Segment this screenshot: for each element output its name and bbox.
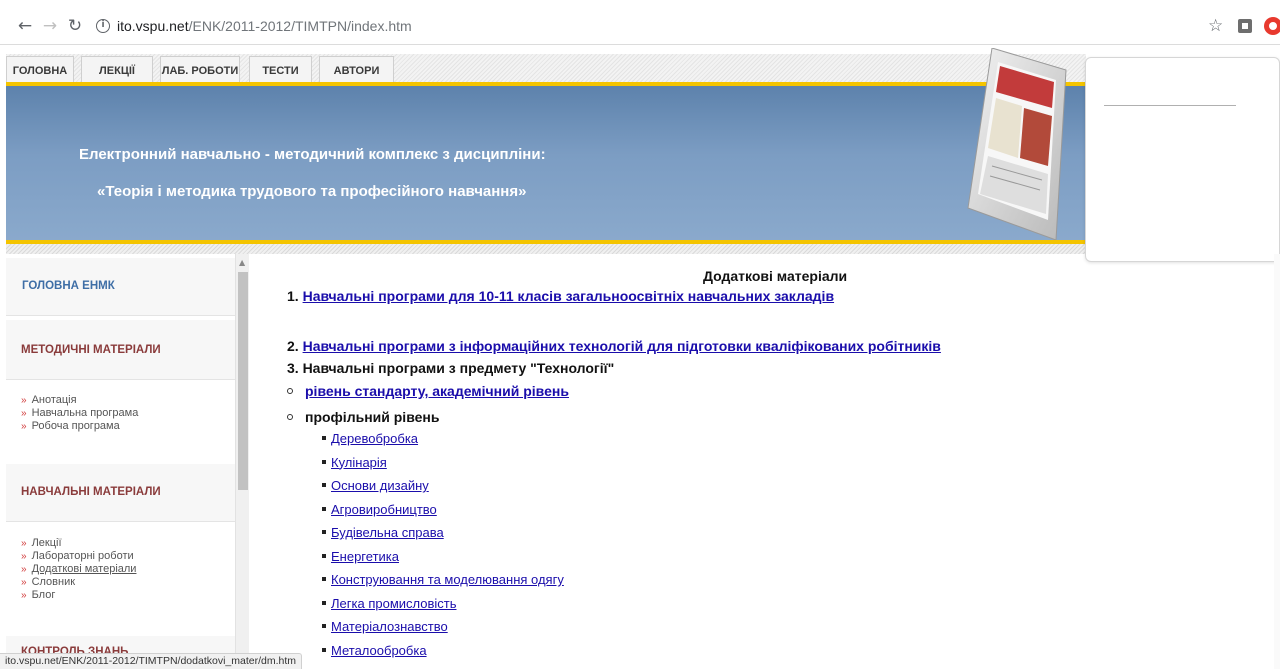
top-navigation: ГОЛОВНА ЛЕКЦІЇ ЛАБ. РОБОТИ ТЕСТИ АВТОРИ bbox=[6, 54, 1086, 84]
link-design-basics[interactable]: Основи дизайну bbox=[331, 478, 429, 493]
side-widget bbox=[1085, 57, 1280, 262]
reload-icon[interactable]: ↻ bbox=[66, 17, 84, 35]
link-metalworking[interactable]: Металообробка bbox=[331, 643, 427, 658]
extension-red-icon[interactable] bbox=[1264, 17, 1280, 35]
list-item: Конструювання та моделювання одягу bbox=[322, 568, 564, 592]
back-arrow-icon[interactable]: ← bbox=[16, 17, 34, 35]
link-light-industry[interactable]: Легка промисловість bbox=[331, 596, 457, 611]
list-item: Основи дизайну bbox=[322, 474, 564, 498]
square-bullet-icon bbox=[322, 459, 326, 464]
tab-lab-works[interactable]: ЛАБ. РОБОТИ bbox=[160, 56, 240, 84]
sidebar-link-annotation[interactable]: » Анотація bbox=[21, 394, 138, 407]
list-number: 1. bbox=[287, 288, 299, 304]
circle-bullet-icon bbox=[287, 388, 293, 394]
square-bullet-icon bbox=[322, 483, 326, 487]
forward-arrow-icon[interactable]: → bbox=[41, 17, 59, 35]
level-profile-label: профільний рівень bbox=[305, 409, 440, 425]
list-item: Кулінарія bbox=[322, 451, 564, 475]
tab-tests[interactable]: ТЕСТИ bbox=[249, 56, 312, 84]
square-bullet-icon bbox=[322, 530, 326, 534]
sidebar-home[interactable]: ГОЛОВНА ЕНМК bbox=[6, 258, 235, 316]
link-programs-it[interactable]: Навчальні програми з інформаційних техно… bbox=[303, 338, 941, 354]
sidebar-scroll-thumb[interactable] bbox=[238, 272, 248, 490]
list-item: Будівельна справа bbox=[322, 521, 564, 545]
page-title: Додаткові матеріали bbox=[703, 268, 848, 284]
list-item: Матеріалознавство bbox=[322, 615, 564, 639]
list-item-3: 3. Навчальні програми з предмету "Технол… bbox=[287, 360, 615, 376]
side-widget-rule bbox=[1104, 105, 1236, 106]
browser-toolbar: ← → ↻ i ito.vspu.net/ENK/2011-2012/TIMTP… bbox=[0, 0, 1280, 45]
url-host: ito.vspu.net bbox=[117, 18, 189, 34]
level-profile-item: профільний рівень bbox=[287, 409, 439, 425]
page-scrollbar[interactable] bbox=[1274, 254, 1280, 669]
sidebar-link-work-program[interactable]: » Робоча програма bbox=[21, 420, 138, 433]
link-woodworking[interactable]: Деревобробка bbox=[331, 431, 418, 446]
tab-authors[interactable]: АВТОРИ bbox=[319, 56, 394, 84]
link-level-standard[interactable]: рівень стандарту, академічний рівень bbox=[305, 383, 569, 399]
link-programs-10-11[interactable]: Навчальні програми для 10-11 класів зага… bbox=[303, 288, 834, 304]
square-bullet-icon bbox=[322, 553, 326, 558]
square-bullet-icon bbox=[322, 436, 326, 440]
sidebar-link-lab-works[interactable]: » Лабораторні роботи bbox=[21, 550, 136, 563]
list-item: Енергетика bbox=[322, 545, 564, 569]
link-clothing-design[interactable]: Конструювання та моделювання одягу bbox=[331, 572, 564, 587]
address-bar[interactable]: ito.vspu.net/ENK/2011-2012/TIMTPN/index.… bbox=[117, 18, 412, 34]
link-energy[interactable]: Енергетика bbox=[331, 549, 399, 564]
square-bullet-icon bbox=[322, 647, 326, 652]
square-bullet-icon bbox=[322, 600, 326, 605]
list-item-1: 1. Навчальні програми для 10-11 класів з… bbox=[287, 288, 834, 304]
scroll-up-icon[interactable]: ▲ bbox=[239, 258, 245, 267]
list-number: 2. bbox=[287, 338, 299, 354]
header-banner: Електронний навчально - методичний компл… bbox=[6, 86, 1086, 240]
level-standard-item: рівень стандарту, академічний рівень bbox=[287, 383, 569, 399]
sidebar-learning-links: » Лекції » Лабораторні роботи » Додаткові м… bbox=[21, 537, 136, 602]
list-item: Деревобробка bbox=[322, 427, 564, 451]
sidebar-link-additional-materials[interactable]: » Додаткові матеріали bbox=[21, 563, 136, 576]
link-materials-science[interactable]: Матеріалознавство bbox=[331, 619, 448, 634]
sidebar-link-lectures[interactable]: » Лекції bbox=[21, 537, 136, 550]
list-item: Металообробка bbox=[322, 639, 564, 663]
tab-home[interactable]: ГОЛОВНА bbox=[6, 56, 74, 84]
url-path: /ENK/2011-2012/TIMTPN/index.htm bbox=[188, 18, 412, 34]
sidebar-link-blog[interactable]: » Блог bbox=[21, 589, 136, 602]
square-bullet-icon bbox=[322, 577, 326, 581]
circle-bullet-icon bbox=[287, 414, 293, 420]
sidebar-learning-header: НАВЧАЛЬНІ МАТЕРІАЛИ bbox=[6, 464, 235, 522]
sidebar-methodical-links: » Анотація » Навчальна програма » Робоча пр… bbox=[21, 394, 138, 433]
sidebar-link-glossary[interactable]: » Словник bbox=[21, 576, 136, 589]
status-bar-url: ito.vspu.net/ENK/2011-2012/TIMTPN/dodatk… bbox=[0, 653, 303, 669]
tab-lectures[interactable]: ЛЕКЦІЇ bbox=[81, 56, 153, 84]
bookmark-star-icon[interactable]: ☆ bbox=[1208, 16, 1223, 36]
sidebar-link-curriculum[interactable]: » Навчальна програма bbox=[21, 407, 138, 420]
main-content: Додаткові матеріали 1. Навчальні програм… bbox=[250, 254, 1280, 669]
profile-subjects-list: Деревобробка Кулінарія Основи дизайну Аг… bbox=[322, 427, 564, 662]
list-item: Легка промисловість bbox=[322, 592, 564, 616]
tablet-illustration bbox=[967, 48, 1067, 240]
square-bullet-icon bbox=[322, 624, 326, 628]
info-icon[interactable]: i bbox=[96, 19, 110, 33]
banner-title-line1: Електронний навчально - методичний компл… bbox=[79, 146, 546, 163]
banner-title-line2: «Теорія і методика трудового та професій… bbox=[97, 183, 527, 200]
extension-icon[interactable] bbox=[1238, 19, 1252, 33]
square-bullet-icon bbox=[322, 506, 326, 511]
sidebar-methodical-header: МЕТОДИЧНІ МАТЕРІАЛИ bbox=[6, 320, 235, 380]
web-page: ГОЛОВНА ЛЕКЦІЇ ЛАБ. РОБОТИ ТЕСТИ АВТОРИ … bbox=[0, 46, 1280, 669]
list-item: Агровиробництво bbox=[322, 498, 564, 522]
link-cooking[interactable]: Кулінарія bbox=[331, 455, 387, 470]
sidebar-scrollbar[interactable]: ▲ bbox=[235, 254, 249, 669]
left-sidebar: ГОЛОВНА ЕНМК МЕТОДИЧНІ МАТЕРІАЛИ » Анотац… bbox=[6, 254, 249, 669]
link-construction[interactable]: Будівельна справа bbox=[331, 525, 444, 540]
link-agriculture[interactable]: Агровиробництво bbox=[331, 502, 437, 517]
list-item-2: 2. Навчальні програми з інформаційних те… bbox=[287, 338, 941, 354]
